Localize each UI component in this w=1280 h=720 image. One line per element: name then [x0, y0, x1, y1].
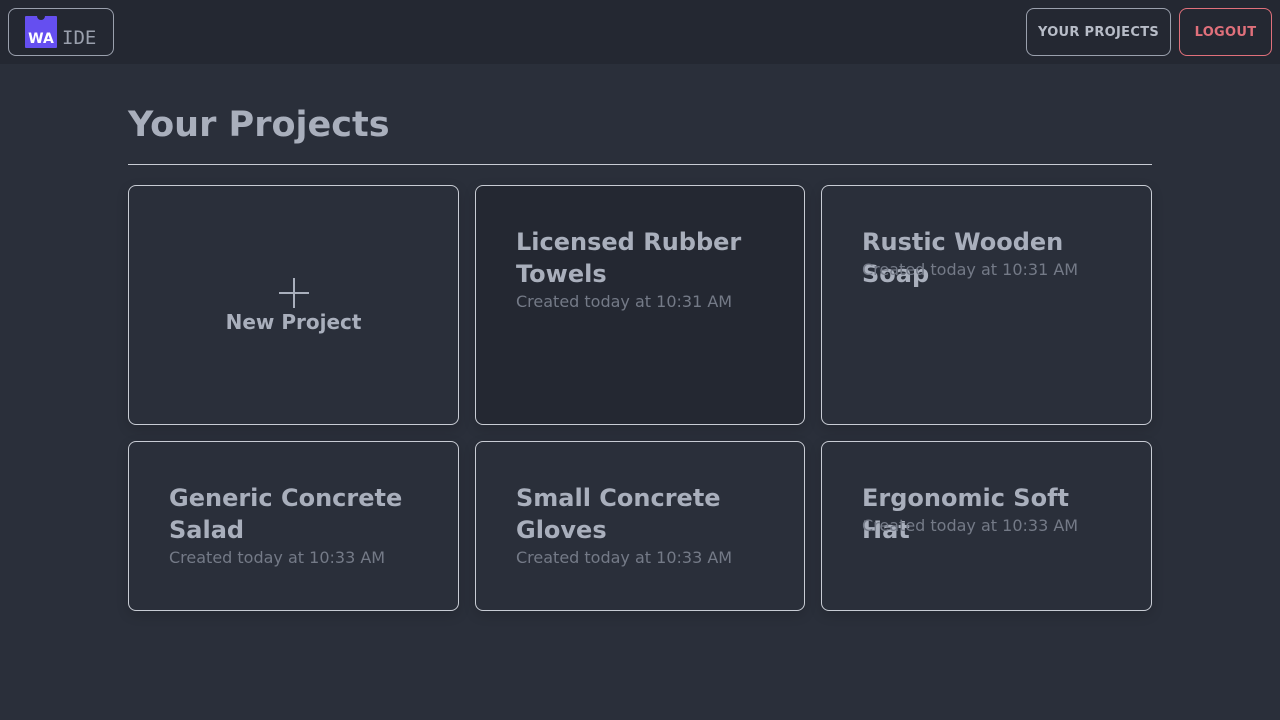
- page-title: Your Projects: [128, 105, 390, 145]
- project-created: Created today at 10:33 AM: [862, 516, 1079, 535]
- project-card[interactable]: Rustic Wooden Soap Created today at 10:3…: [821, 185, 1152, 425]
- title-divider: [128, 164, 1152, 165]
- plus-icon: [278, 278, 309, 308]
- project-card[interactable]: Small Concrete Gloves Created today at 1…: [475, 441, 805, 611]
- project-created: Created today at 10:31 AM: [516, 292, 733, 311]
- project-card[interactable]: Licensed Rubber Towels Created today at …: [475, 185, 805, 425]
- project-card[interactable]: Generic Concrete Salad Created today at …: [128, 441, 459, 611]
- project-created: Created today at 10:33 AM: [169, 548, 386, 567]
- project-name: Generic Concrete Salad: [169, 484, 403, 544]
- home-logo-button[interactable]: WA IDE: [8, 8, 114, 56]
- your-projects-button[interactable]: YOUR PROJECTS: [1026, 8, 1171, 56]
- logo-text: IDE: [62, 27, 97, 49]
- project-created: Created today at 10:31 AM: [862, 260, 1079, 279]
- project-card[interactable]: Ergonomic Soft Hat Created today at 10:3…: [821, 441, 1152, 611]
- new-project-label: New Project: [225, 310, 362, 334]
- project-name: Small Concrete Gloves: [516, 484, 721, 544]
- logo-badge-text: WA: [28, 31, 54, 47]
- wa-logo-icon: WA: [25, 12, 57, 48]
- top-bar: WA IDE YOUR PROJECTS LOGOUT: [0, 0, 1280, 64]
- project-created: Created today at 10:33 AM: [516, 548, 733, 567]
- new-project-card[interactable]: New Project: [128, 185, 459, 425]
- project-name: Licensed Rubber Towels: [516, 228, 742, 288]
- logout-button[interactable]: LOGOUT: [1179, 8, 1272, 56]
